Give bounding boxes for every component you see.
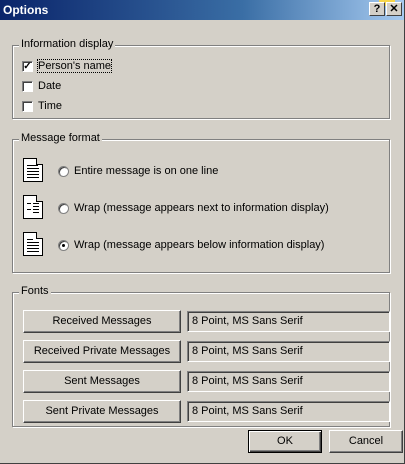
radio-label-wrap-beside[interactable]: Wrap (message appears next to informatio…: [74, 202, 329, 214]
sent-private-messages-font-field: 8 Point, MS Sans Serif: [187, 401, 390, 422]
checkbox-label-time[interactable]: Time: [38, 100, 62, 112]
wrap-beside-doc-icon: [23, 195, 43, 219]
received-private-messages-button[interactable]: Received Private Messages: [23, 340, 181, 363]
radio-circle[interactable]: [58, 239, 69, 251]
received-messages-button[interactable]: Received Messages: [23, 310, 181, 333]
radio-wrap-below[interactable]: Wrap (message appears below information …: [58, 239, 324, 251]
radio-circle[interactable]: [58, 165, 69, 177]
checkbox-box[interactable]: ✓: [22, 60, 33, 72]
message-format-group: Message format Entire message is on one …: [12, 132, 390, 273]
checkbox-label-date[interactable]: Date: [38, 80, 61, 92]
options-dialog: Options ? ✕ Information display ✓ Person…: [0, 0, 405, 464]
sent-messages-button[interactable]: Sent Messages: [23, 370, 181, 393]
received-private-messages-font-field: 8 Point, MS Sans Serif: [187, 341, 390, 362]
message-format-legend: Message format: [19, 132, 102, 144]
check-mark-icon: ✓: [23, 60, 32, 72]
cancel-button[interactable]: Cancel: [329, 430, 403, 453]
close-button[interactable]: ✕: [386, 2, 402, 16]
checkbox-date[interactable]: Date: [22, 80, 61, 92]
received-messages-font-field: 8 Point, MS Sans Serif: [187, 311, 390, 332]
checkbox-box[interactable]: [22, 100, 33, 112]
radio-circle[interactable]: [58, 202, 69, 214]
sent-messages-font-field: 8 Point, MS Sans Serif: [187, 371, 390, 392]
sent-private-messages-button[interactable]: Sent Private Messages: [23, 400, 181, 423]
title-bar[interactable]: Options ? ✕: [0, 0, 404, 20]
wrap-below-doc-icon: [23, 232, 43, 256]
radio-entire-message[interactable]: Entire message is on one line: [58, 165, 218, 177]
radio-label-wrap-below[interactable]: Wrap (message appears below information …: [74, 239, 324, 251]
checkbox-time[interactable]: Time: [22, 100, 62, 112]
checkbox-label-persons-name[interactable]: Person's name: [36, 59, 113, 73]
fonts-group: Fonts Received Messages 8 Point, MS Sans…: [12, 285, 390, 427]
checkbox-box[interactable]: [22, 80, 33, 92]
window-title: Options: [3, 3, 49, 17]
information-display-legend: Information display: [19, 38, 116, 50]
radio-wrap-beside[interactable]: Wrap (message appears next to informatio…: [58, 202, 329, 214]
help-button[interactable]: ?: [369, 2, 385, 16]
radio-selected-dot: [62, 243, 65, 247]
one-line-doc-icon: [23, 158, 43, 182]
fonts-legend: Fonts: [19, 285, 51, 297]
information-display-group: Information display ✓ Person's name Date…: [12, 38, 390, 119]
radio-label-entire-message[interactable]: Entire message is on one line: [74, 165, 218, 177]
checkbox-persons-name[interactable]: ✓ Person's name: [22, 59, 113, 73]
ok-button[interactable]: OK: [248, 430, 322, 453]
